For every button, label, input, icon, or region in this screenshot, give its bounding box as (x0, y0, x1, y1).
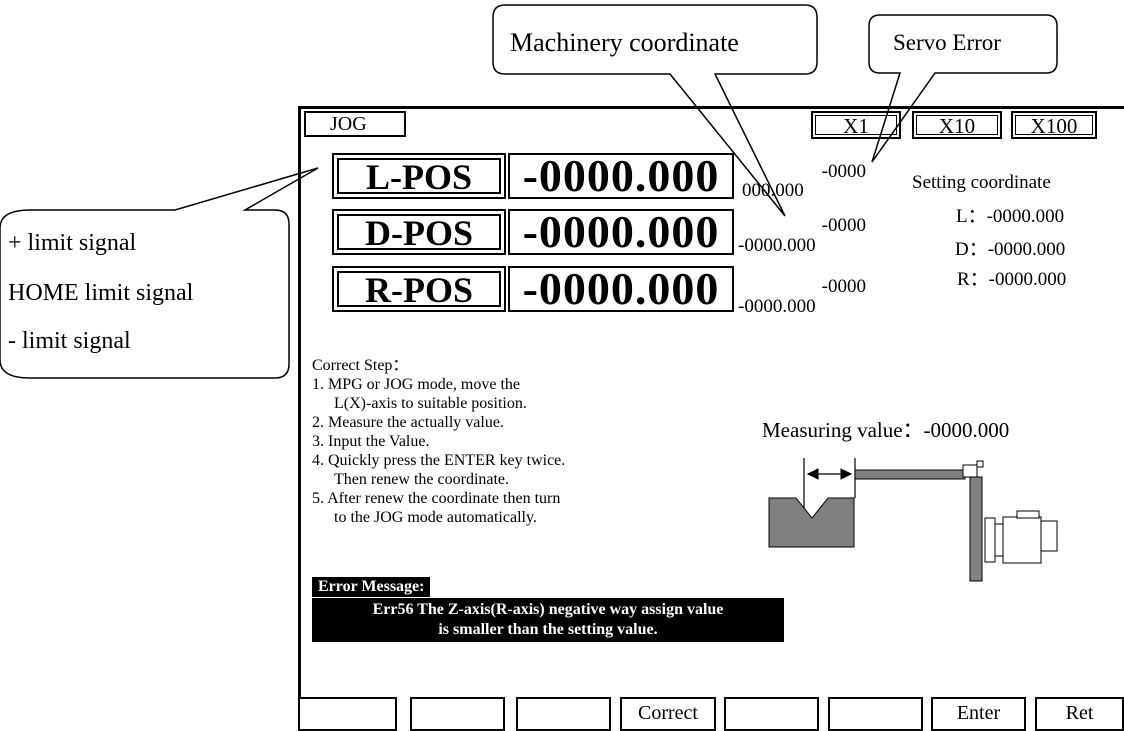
setting-r-value: R：-0000.000 (957, 269, 1067, 290)
multiplier-x100-button[interactable]: X100 (1011, 111, 1097, 139)
error-line-2: is smaller than the setting value. (438, 621, 658, 638)
multiplier-x10-button[interactable]: X10 (912, 111, 1002, 139)
axis-l-label: L-POS (337, 158, 501, 195)
step-line: 4. Quickly press the ENTER key twice. (312, 452, 566, 469)
multiplier-x10-label: X10 (916, 115, 998, 137)
axis-l-value: -0000.000 (508, 153, 734, 199)
multiplier-x100-label: X100 (1015, 115, 1093, 137)
setting-d-value: D：-0000.000 (955, 239, 1066, 260)
error-message-title: Error Message: (312, 577, 431, 597)
step-line: Then renew the coordinate. (334, 471, 510, 488)
axis-d-label-box: D-POS (332, 209, 506, 255)
cnc-screen-manual: { "mode": "JOG", "multipliers": ["X1", "… (0, 0, 1124, 731)
function-key-6[interactable] (828, 697, 923, 731)
measuring-diagram (768, 458, 1058, 582)
axis-l-machinery: 000.000 (742, 180, 804, 201)
steps-title: Correct Step： (312, 357, 409, 374)
function-key-3[interactable] (516, 697, 611, 731)
return-button[interactable]: Ret (1035, 697, 1124, 731)
function-key-5[interactable] (724, 697, 819, 731)
correct-button[interactable]: Correct (620, 697, 716, 731)
axis-d-label: D-POS (337, 214, 501, 251)
axis-d-machinery: -0000.000 (738, 235, 816, 256)
setting-l-value: L：-0000.000 (956, 206, 1065, 227)
servo-callout-text: Servo Error (893, 30, 1001, 55)
axis-d-value: -0000.000 (508, 209, 734, 255)
axis-l-servo-error: -0000 (821, 161, 866, 182)
multiplier-x1-button[interactable]: X1 (811, 111, 901, 139)
multiplier-x1-label: X1 (815, 115, 897, 137)
setting-coordinate-title: Setting coordinate (912, 172, 1051, 193)
step-line: L(X)-axis to suitable position. (334, 395, 527, 412)
mode-indicator: JOG (304, 111, 406, 137)
step-line: 2. Measure the actually value. (312, 414, 504, 431)
screen-left-border (298, 106, 301, 727)
step-line: 3. Input the Value. (312, 433, 430, 450)
function-key-2[interactable] (410, 697, 505, 731)
home-limit-callout-text: HOME limit signal (8, 280, 194, 306)
step-line: 5. After renew the coordinate then turn (312, 490, 561, 507)
machinery-callout-text: Machinery coordinate (510, 28, 739, 57)
error-line-1: Err56 The Z-axis(R-axis) negative way as… (372, 601, 724, 618)
axis-r-value: -0000.000 (508, 266, 734, 312)
plus-limit-callout-text: + limit signal (8, 230, 137, 256)
correct-steps: Correct Step： 1. MPG or JOG mode, move t… (312, 356, 732, 527)
step-line: 1. MPG or JOG mode, move the (312, 376, 520, 393)
axis-r-label: R-POS (337, 271, 501, 308)
minus-limit-callout-text: - limit signal (8, 328, 131, 354)
axis-r-label-box: R-POS (332, 266, 506, 312)
function-key-1[interactable] (298, 697, 397, 731)
screen-top-border (298, 106, 1124, 109)
axis-r-machinery: -0000.000 (738, 296, 816, 317)
axis-r-servo-error: -0000 (821, 276, 866, 297)
axis-d-servo-error: -0000 (821, 215, 866, 236)
axis-l-label-box: L-POS (332, 153, 506, 199)
enter-button[interactable]: Enter (931, 697, 1026, 731)
measuring-value: Measuring value：-0000.000 (762, 418, 1010, 442)
step-line: to the JOG mode automatically. (334, 509, 537, 526)
error-message-body: Err56 The Z-axis(R-axis) negative way as… (312, 598, 784, 642)
